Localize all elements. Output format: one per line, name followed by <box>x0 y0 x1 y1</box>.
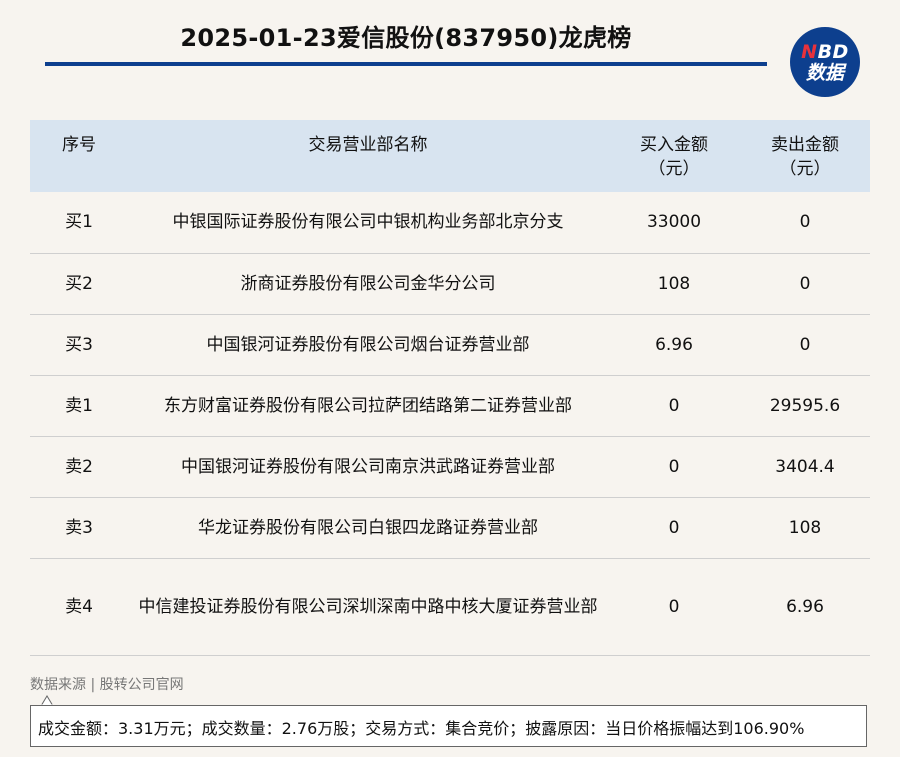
table-row: 卖3 华龙证券股份有限公司白银四龙路证券营业部 0 108 <box>30 497 870 559</box>
table-row: 买3 中国银河证券股份有限公司烟台证券营业部 6.96 0 <box>30 314 870 376</box>
row-buy-amount: 0 <box>608 558 740 656</box>
row-broker-name: 中银国际证券股份有限公司中银机构业务部北京分支 <box>128 192 608 254</box>
row-seq: 买1 <box>30 192 128 254</box>
row-sell-amount: 0 <box>740 314 870 376</box>
column-header-seq: 序号 <box>62 135 96 155</box>
row-seq: 卖2 <box>30 436 128 498</box>
row-broker-name: 华龙证券股份有限公司白银四龙路证券营业部 <box>128 497 608 559</box>
row-sell-amount: 0 <box>740 192 870 254</box>
table-header-row: 序号 交易营业部名称 买入金额 （元） 卖出金额 （元） <box>30 120 870 192</box>
row-buy-amount: 0 <box>608 436 740 498</box>
row-sell-amount: 108 <box>740 497 870 559</box>
table-row: 买2 浙商证券股份有限公司金华分公司 108 0 <box>30 253 870 315</box>
table-row: 卖1 东方财富证券股份有限公司拉萨团结路第二证券营业部 0 29595.6 <box>30 375 870 437</box>
column-header-buy: 买入金额 （元） <box>640 135 708 179</box>
row-sell-amount: 29595.6 <box>740 375 870 437</box>
table-row: 买1 中银国际证券股份有限公司中银机构业务部北京分支 33000 0 <box>30 192 870 254</box>
row-broker-name: 中信建投证券股份有限公司深圳深南中路中核大厦证券营业部 <box>128 558 608 656</box>
row-seq: 买2 <box>30 253 128 315</box>
table-row: 卖2 中国银河证券股份有限公司南京洪武路证券营业部 0 3404.4 <box>30 436 870 498</box>
row-broker-name: 东方财富证券股份有限公司拉萨团结路第二证券营业部 <box>128 375 608 437</box>
data-source: 数据来源 | 股转公司官网 <box>30 677 184 693</box>
row-seq: 卖3 <box>30 497 128 559</box>
table-row: 卖4 中信建投证券股份有限公司深圳深南中路中核大厦证券营业部 0 6.96 <box>30 558 870 656</box>
row-broker-name: 中国银河证券股份有限公司烟台证券营业部 <box>128 314 608 376</box>
row-sell-amount: 0 <box>740 253 870 315</box>
row-buy-amount: 0 <box>608 497 740 559</box>
title-underline <box>45 62 767 66</box>
nbd-logo-text: NBD <box>801 41 849 63</box>
row-sell-amount: 6.96 <box>740 558 870 656</box>
page: 2025-01-23爱信股份(837950)龙虎榜 NBD 数据 序号 交易营业… <box>0 0 900 757</box>
row-buy-amount: 33000 <box>608 192 740 254</box>
page-title: 2025-01-23爱信股份(837950)龙虎榜 <box>180 24 632 52</box>
column-header-sell: 卖出金额 （元） <box>771 135 839 179</box>
row-buy-amount: 0 <box>608 375 740 437</box>
logo-subtitle: 数据 <box>805 62 844 84</box>
row-seq: 卖1 <box>30 375 128 437</box>
trade-summary-note: 成交金额：3.31万元；成交数量：2.76万股；交易方式：集合竞价；披露原因：当… <box>30 705 867 747</box>
row-sell-amount: 3404.4 <box>740 436 870 498</box>
row-buy-amount: 6.96 <box>608 314 740 376</box>
row-buy-amount: 108 <box>608 253 740 315</box>
row-broker-name: 浙商证券股份有限公司金华分公司 <box>128 253 608 315</box>
row-seq: 卖4 <box>30 558 128 656</box>
column-header-name: 交易营业部名称 <box>308 135 428 155</box>
row-seq: 买3 <box>30 314 128 376</box>
dragon-tiger-table: 序号 交易营业部名称 买入金额 （元） 卖出金额 （元） 买1 中银国际证券股份… <box>30 120 870 656</box>
row-broker-name: 中国银河证券股份有限公司南京洪武路证券营业部 <box>128 436 608 498</box>
nbd-logo: NBD 数据 <box>790 27 860 97</box>
